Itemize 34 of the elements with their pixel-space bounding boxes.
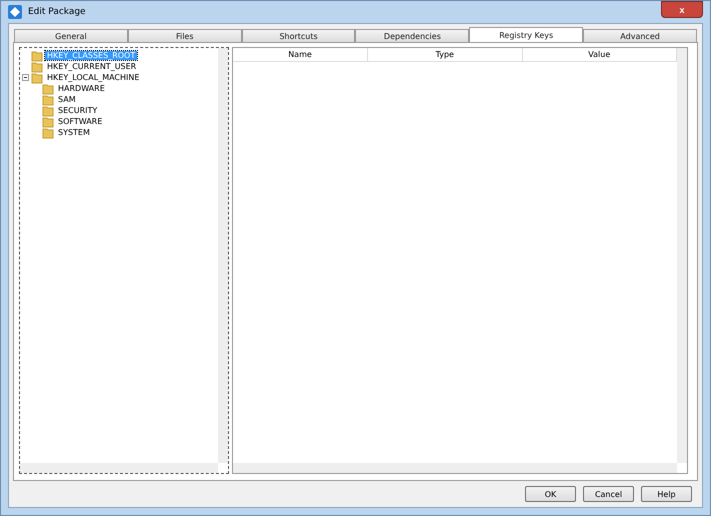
tab[interactable]: Files [128,29,242,42]
folder-icon [42,82,54,94]
horizontal-scrollbar[interactable] [20,463,218,473]
vertical-scrollbar[interactable] [677,48,687,463]
folder-icon [31,72,43,84]
tree-item[interactable]: HARDWARE [56,84,107,93]
tab[interactable]: Registry Keys [469,27,584,42]
tree-item[interactable]: HKEY_CURRENT_USER [45,62,138,71]
tab[interactable]: Advanced [583,29,697,42]
app-icon [8,5,22,19]
vertical-scrollbar[interactable] [218,48,228,463]
window-title: Edit Package [28,7,86,17]
folder-icon [42,116,54,128]
folder-icon [31,50,43,62]
folder-icon [42,126,54,138]
folder-icon [31,60,43,72]
tab[interactable]: General [14,29,128,42]
tree-item[interactable]: SECURITY [56,106,100,115]
folder-icon [42,104,54,116]
dialog-button[interactable]: OK [525,486,576,502]
tab[interactable]: Dependencies [355,29,470,42]
column-header[interactable]: Name [233,48,368,61]
tree-item[interactable]: SOFTWARE [56,117,104,126]
close-button[interactable]: x [661,1,703,18]
dialog-button[interactable]: Help [641,486,692,502]
tree-item[interactable]: SAM [56,95,78,104]
folder-icon [42,94,54,106]
tree-item[interactable]: HKEY_LOCAL_MACHINE [45,73,142,82]
column-header[interactable]: Type [368,48,522,61]
horizontal-scrollbar[interactable] [233,463,677,473]
tree-item[interactable]: SYSTEM [56,128,92,137]
collapse-icon[interactable] [22,74,29,81]
tab[interactable]: Shortcuts [242,29,356,42]
dialog-button[interactable]: Cancel [583,486,634,502]
